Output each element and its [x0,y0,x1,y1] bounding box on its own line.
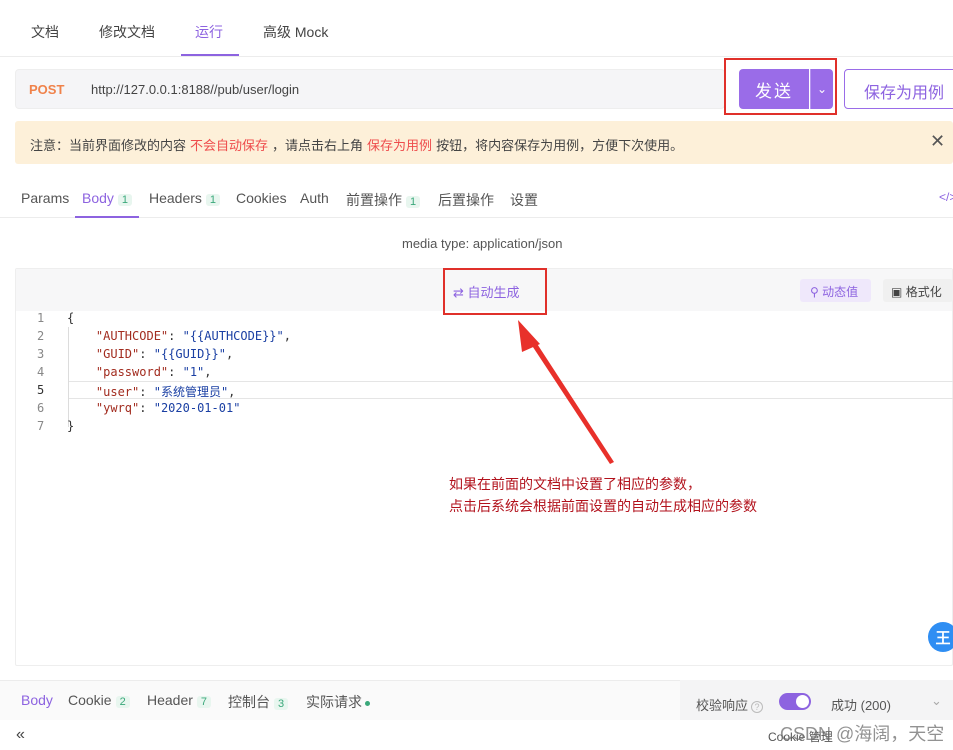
annotation-line-2: 点击后系统会根据前面设置的自动生成相应的参数 [449,498,757,514]
resp-tab-console-label: 控制台 [228,694,270,710]
collapse-sidebar-icon[interactable]: « [16,726,25,744]
response-status: 成功 (200) [831,698,891,713]
validate-text: 校验响应 [696,698,749,713]
chevron-down-icon[interactable]: ⌄ [931,693,942,709]
resp-tab-header[interactable]: Header 7 [147,692,212,708]
annotation-arrow [518,320,614,464]
resp-tab-header-label: Header [147,692,193,708]
annotation-text: 如果在前面的文档中设置了相应的参数， 点击后系统会根据前面设置的自动生成相应的参… [449,473,757,517]
help-icon[interactable]: ? [751,701,764,713]
resp-tab-actual-label: 实际请求 [306,694,362,710]
resp-tab-console[interactable]: 控制台 3 [228,692,289,712]
resp-tab-header-count: 7 [196,696,212,708]
resp-tab-console-count: 3 [274,698,289,710]
annotation-line-1: 如果在前面的文档中设置了相应的参数， [449,476,701,492]
validate-panel: 校验响应? 成功 (200) ⌄ [680,680,953,720]
resp-tab-actual-request[interactable]: 实际请求 [306,692,370,712]
resp-tab-cookie-count: 2 [115,696,130,708]
assistant-float-icon[interactable]: 王 [928,622,953,652]
watermark: CSDN @海阔，天空 [780,724,945,744]
resp-tab-body[interactable]: Body [21,692,53,708]
validate-toggle[interactable] [779,693,811,710]
resp-tab-cookie[interactable]: Cookie 2 [68,692,130,708]
arrow-shaft [527,336,614,464]
status-dot-icon [365,700,370,706]
validate-label: 校验响应? [696,695,764,714]
resp-tab-cookie-label: Cookie [68,692,112,708]
